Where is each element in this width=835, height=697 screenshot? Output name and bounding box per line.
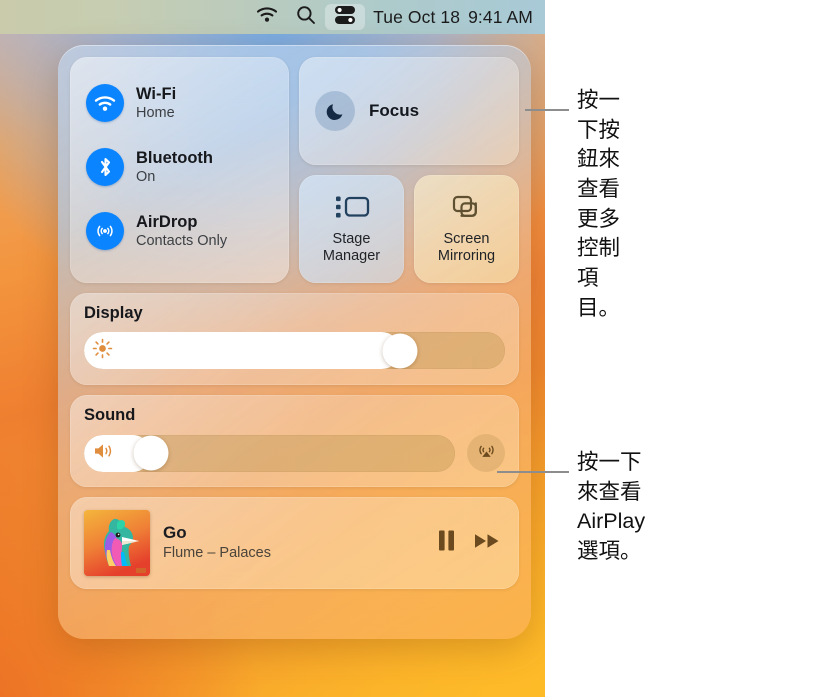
control-center-right-column: Focus Stage Manager Screen Mirroring [299,57,519,283]
bluetooth-icon [86,148,124,186]
menubar-control-center-button[interactable] [325,4,366,30]
album-artwork [84,510,150,576]
airplay-audio-icon [475,439,498,467]
sound-module: Sound [70,395,519,487]
wifi-icon [256,6,278,28]
connectivity-module: Wi-Fi Home Bluetooth On AirDrop Contacts… [70,57,289,283]
airdrop-icon [86,212,124,250]
now-playing-controls [437,529,501,557]
brightness-icon [92,338,113,364]
sound-slider-row [84,434,505,472]
control-airdrop[interactable]: AirDrop Contacts Only [70,199,289,263]
control-center-icon [334,5,356,30]
stage-manager-icon [334,188,370,226]
control-center-top-row: Wi-Fi Home Bluetooth On AirDrop Contacts… [70,57,519,283]
search-icon [296,5,316,30]
display-slider-knob[interactable] [382,333,418,368]
airplay-audio-button[interactable] [467,434,505,472]
fast-forward-button[interactable] [474,531,501,556]
control-airdrop-status: Contacts Only [136,232,228,249]
menubar-clock[interactable]: Tue Oct 18 9:41 AM [365,7,537,28]
control-airdrop-title: AirDrop [136,213,198,232]
control-bluetooth[interactable]: Bluetooth On [70,135,289,199]
menu-bar: Tue Oct 18 9:41 AM [0,0,545,34]
now-playing-module[interactable]: Go Flume – Palaces [70,497,519,589]
display-brightness-slider[interactable] [84,332,505,369]
now-playing-title: Go [163,523,187,543]
moon-icon [315,91,355,131]
pause-button[interactable] [437,529,456,557]
control-screen-mirroring-label: Screen Mirroring [437,231,496,265]
menubar-spotlight-button[interactable] [287,4,325,30]
callout-leader-line [497,471,569,473]
control-bluetooth-status: On [136,168,156,185]
sound-slider-knob[interactable] [133,435,169,471]
control-focus[interactable]: Focus [299,57,519,165]
control-wifi-status: Home [136,104,175,121]
control-stage-manager[interactable]: Stage Manager [299,175,404,283]
display-module: Display [70,293,519,385]
menubar-date: Tue Oct 18 [373,6,461,27]
control-bluetooth-text: Bluetooth On [136,149,213,185]
control-focus-label: Focus [369,101,420,120]
control-wifi-title: Wi-Fi [136,85,177,104]
control-center-tile-row: Stage Manager Screen Mirroring [299,175,519,283]
speaker-icon [92,441,118,466]
display-slider-row [84,332,505,369]
screen-mirroring-icon [452,188,482,226]
now-playing-meta: Go Flume – Palaces [163,523,424,562]
wifi-icon [86,84,124,122]
display-slider-fill [84,332,400,369]
desktop: Tue Oct 18 9:41 AM Wi-Fi Home Bluetooth … [0,0,545,697]
control-screen-mirroring[interactable]: Screen Mirroring [414,175,519,283]
control-wifi-text: Wi-Fi Home [136,85,176,121]
callout-leader-line [525,109,569,111]
callout-more-controls-text: 按一下按鈕來查看 更多控制項目。 [577,88,621,320]
control-wifi[interactable]: Wi-Fi Home [70,71,289,135]
screenshot-root: Tue Oct 18 9:41 AM Wi-Fi Home Bluetooth … [0,0,835,697]
sound-volume-slider[interactable] [84,434,455,472]
callout-airplay-options-text: 按一下來查看 AirPlay 選項。 [577,450,646,563]
now-playing-subtitle: Flume – Palaces [163,545,271,562]
control-stage-manager-label: Stage Manager [322,231,381,265]
sound-title: Sound [84,406,136,424]
menubar-time: 9:41 AM [468,6,533,27]
control-airdrop-text: AirDrop Contacts Only [136,213,227,249]
control-center-panel: Wi-Fi Home Bluetooth On AirDrop Contacts… [58,45,531,639]
display-title: Display [84,304,143,322]
control-bluetooth-title: Bluetooth [136,149,213,168]
menubar-wifi-button[interactable] [247,4,287,30]
